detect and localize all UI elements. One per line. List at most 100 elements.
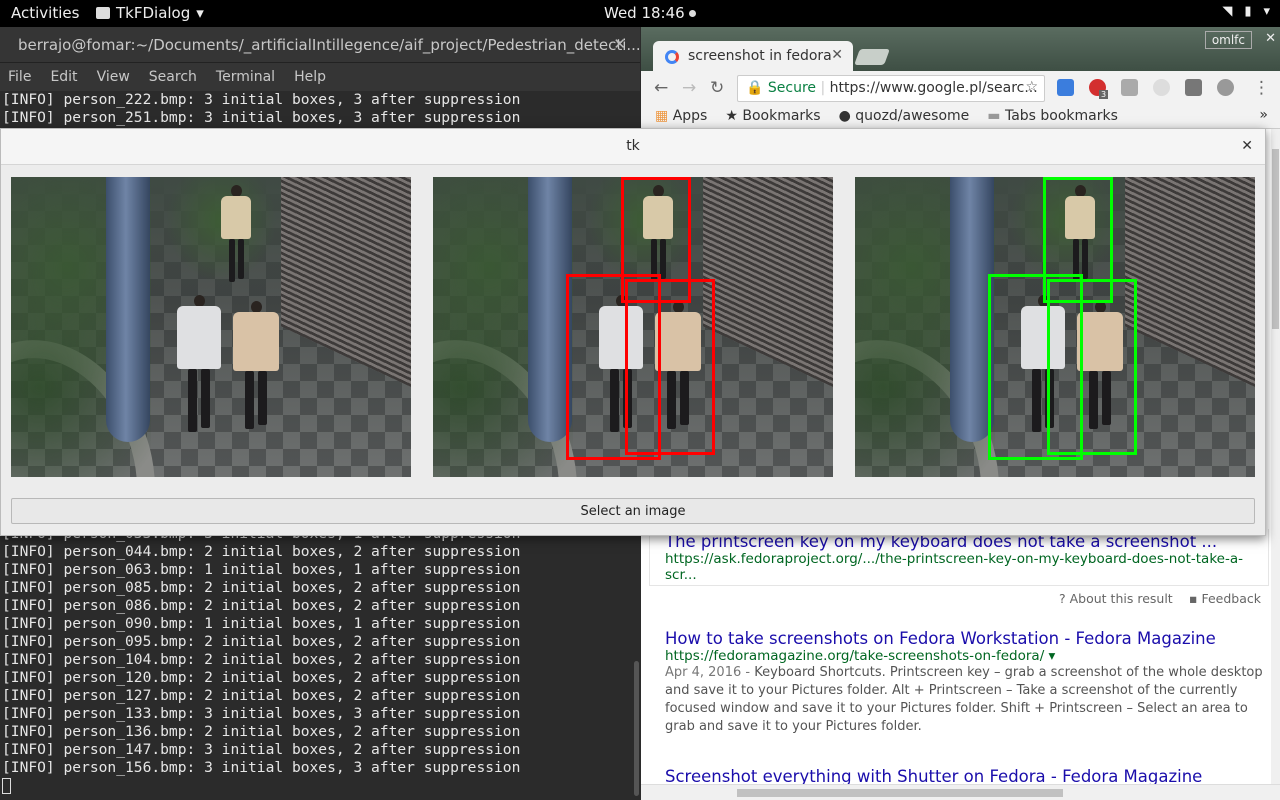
result-date: Apr 4, 2016 - [665, 665, 755, 680]
terminal-line: [INFO] person_222.bmp: 3 initial boxes, … [2, 91, 521, 108]
result-title-link[interactable]: How to take screenshots on Fedora Workst… [665, 629, 1265, 648]
secure-label: Secure [767, 80, 817, 96]
terminal-menubar: File Edit View Search Terminal Help [0, 63, 640, 91]
tab-close-icon[interactable]: ✕ [831, 47, 843, 63]
tab-title: screenshot in fedora [688, 48, 832, 64]
activities-button[interactable]: Activities [11, 4, 79, 22]
terminal-line: [INFO] person_044.bmp: 2 initial boxes, … [2, 543, 521, 560]
terminal-prompt[interactable] [2, 777, 520, 795]
profile-button[interactable]: omlfc [1204, 31, 1252, 49]
horizontal-scrollbar[interactable] [641, 784, 1280, 800]
extension-icon[interactable] [1057, 79, 1074, 96]
tab-active[interactable]: screenshot in fedora ✕ [653, 41, 853, 71]
about-result-link[interactable]: ? About this result [1059, 591, 1173, 606]
scrollbar-thumb[interactable] [1272, 149, 1279, 329]
terminal-lines-bottom: [INFO] person_033.bmp: 3 initial boxes, … [2, 525, 520, 795]
tab-strip: screenshot in fedora ✕ omlfc ✕ [641, 27, 1280, 71]
image-panel-after-suppression [855, 177, 1255, 477]
folder-icon: ▬ [987, 108, 1001, 124]
image-panel-before-suppression [433, 177, 833, 477]
menu-terminal[interactable]: Terminal [216, 69, 275, 91]
page-scrollbar[interactable] [1271, 129, 1280, 784]
system-menu[interactable]: ◥ ▮ ▾ [1222, 4, 1270, 19]
url-text: https://www.google.pl/searc... [829, 80, 1038, 96]
image-panel-original [11, 177, 411, 477]
terminal-line: [INFO] person_156.bmp: 3 initial boxes, … [2, 759, 521, 776]
extension-icon[interactable] [1185, 79, 1202, 96]
wifi-icon: ◥ [1222, 4, 1233, 19]
bookmark-label: Tabs bookmarks [1004, 108, 1118, 124]
menu-icon[interactable]: ⋮ [1253, 78, 1270, 98]
bookmark-label: Apps [672, 108, 708, 124]
browser-toolbar: ← → ↻ 🔒 Secure | https://www.google.pl/s… [641, 71, 1280, 105]
pedestrian [233, 301, 279, 431]
terminal-line: [INFO] person_086.bmp: 2 initial boxes, … [2, 597, 521, 614]
terminal-line: [INFO] person_095.bmp: 2 initial boxes, … [2, 633, 521, 650]
about-result-label: About this result [1069, 591, 1173, 606]
bookmark-quozd[interactable]: ● quozd/awesome [839, 108, 970, 128]
search-result: The printscreen key on my keyboard does … [649, 529, 1269, 586]
terminal-line: [INFO] person_090.bmp: 1 initial boxes, … [2, 615, 521, 632]
caret-down-icon[interactable]: ▾ [1049, 648, 1056, 664]
menu-search[interactable]: Search [149, 69, 197, 91]
scrollbar-thumb[interactable] [634, 661, 639, 796]
menu-view[interactable]: View [97, 69, 130, 91]
extension-badge: 3 [1099, 90, 1109, 99]
detection-box [1047, 279, 1137, 455]
terminal-line: [INFO] person_085.bmp: 2 initial boxes, … [2, 579, 521, 596]
chevron-down-icon: ▾ [196, 4, 204, 22]
feedback-icon: ▪ [1189, 591, 1198, 606]
reload-icon[interactable]: ↻ [710, 78, 724, 98]
pedestrian-photo [11, 177, 411, 477]
address-bar[interactable]: 🔒 Secure | https://www.google.pl/searc..… [737, 75, 1045, 102]
close-icon[interactable]: ✕ [613, 35, 626, 53]
app-menu-label: TkFDialog [116, 4, 191, 22]
extension-icon[interactable] [1217, 79, 1234, 96]
bookmark-bookmarks[interactable]: ★ Bookmarks [725, 108, 820, 128]
extension-icon[interactable] [1153, 79, 1170, 96]
back-icon[interactable]: ← [654, 78, 668, 98]
new-tab-button[interactable] [854, 49, 890, 65]
tk-titlebar[interactable]: tk ✕ [1, 129, 1265, 165]
result-url-row: https://fedoramagazine.org/take-screensh… [665, 648, 1265, 664]
result-snippet-text: Keyboard Shortcuts. Printscreen key – gr… [665, 665, 1263, 734]
close-icon[interactable]: ✕ [1241, 138, 1253, 154]
star-icon: ★ [725, 108, 738, 124]
more-bookmarks-icon[interactable]: » [1259, 107, 1268, 123]
menu-help[interactable]: Help [294, 69, 326, 91]
menu-file[interactable]: File [8, 69, 31, 91]
terminal-line: [INFO] person_063.bmp: 1 initial boxes, … [2, 561, 521, 578]
detection-box [625, 279, 715, 455]
dropbox-icon[interactable] [1121, 79, 1138, 96]
google-favicon-icon [665, 50, 679, 64]
forward-icon[interactable]: → [682, 78, 696, 98]
select-image-button[interactable]: Select an image [11, 498, 1255, 524]
chevron-down-icon: ▾ [1263, 4, 1270, 19]
menu-edit[interactable]: Edit [50, 69, 77, 91]
search-result: How to take screenshots on Fedora Workst… [665, 629, 1265, 736]
bookmark-apps[interactable]: ▦ Apps [655, 108, 707, 128]
bookmark-tabs[interactable]: ▬ Tabs bookmarks [987, 108, 1118, 128]
notification-dot-icon [688, 10, 696, 17]
terminal-line: [INFO] person_133.bmp: 3 initial boxes, … [2, 705, 521, 722]
feedback-link[interactable]: ▪ Feedback [1189, 591, 1261, 606]
pedestrian [177, 295, 221, 435]
clock[interactable]: Wed 18:46 [604, 4, 696, 22]
bookmark-label: Bookmarks [742, 108, 821, 124]
bookmarks-bar: ▦ Apps ★ Bookmarks ● quozd/awesome ▬ Tab… [641, 105, 1280, 129]
help-icon: ? [1059, 591, 1066, 606]
lock-icon: 🔒 [746, 80, 764, 96]
app-menu[interactable]: TkFDialog ▾ [96, 4, 204, 22]
scrollbar-thumb[interactable] [737, 789, 1063, 797]
terminal-line: [INFO] person_120.bmp: 2 initial boxes, … [2, 669, 521, 686]
terminal-line: [INFO] person_127.bmp: 2 initial boxes, … [2, 687, 521, 704]
github-icon: ● [838, 108, 851, 124]
pedestrian [221, 185, 251, 282]
terminal-line: [INFO] person_136.bmp: 2 initial boxes, … [2, 723, 521, 740]
close-icon[interactable]: ✕ [1265, 31, 1276, 46]
clock-label: Wed 18:46 [604, 4, 685, 22]
star-icon[interactable]: ☆ [1025, 79, 1038, 95]
app-icon [96, 7, 110, 19]
terminal-titlebar[interactable]: berrajo@fomar:~/Documents/_artificialInt… [0, 27, 641, 63]
battery-icon: ▮ [1244, 4, 1252, 19]
